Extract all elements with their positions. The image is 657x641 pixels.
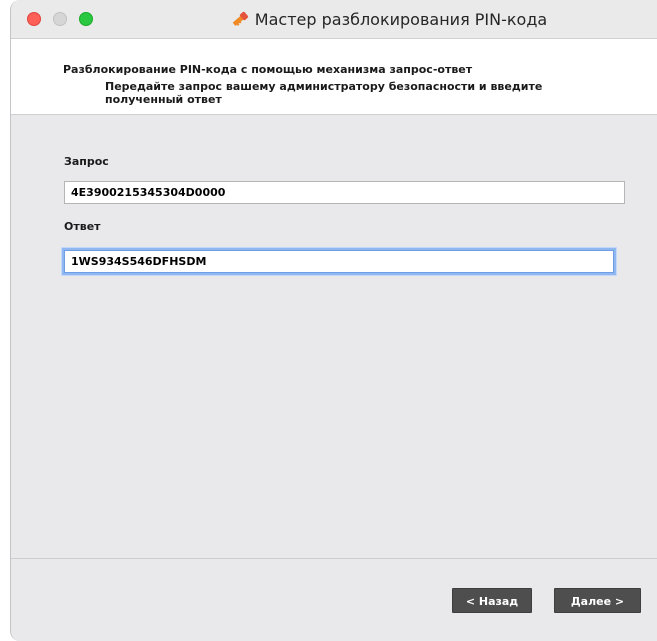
request-label: Запрос <box>64 155 109 168</box>
window-title-container: Мастер разблокирования PIN-кода <box>11 0 657 39</box>
key-icon <box>232 11 248 26</box>
footer-divider <box>11 558 657 559</box>
request-field[interactable]: 4E3900215345304D0000 <box>64 181 625 204</box>
next-button[interactable]: Далее > <box>554 588 641 613</box>
window-title: Мастер разблокирования PIN-кода <box>254 10 548 29</box>
wizard-header: Разблокирование PIN-кода с помощью механ… <box>11 39 657 115</box>
wizard-step-title: Разблокирование PIN-кода с помощью механ… <box>63 63 473 76</box>
title-bar[interactable]: Мастер разблокирования PIN-кода <box>11 0 657 39</box>
back-button[interactable]: < Назад <box>452 588 532 613</box>
response-field[interactable]: 1WS934S546DFHSDM <box>64 250 614 273</box>
response-label: Ответ <box>64 220 101 233</box>
unblock-pin-wizard-window: Мастер разблокирования PIN-кода Разблоки… <box>10 0 657 641</box>
wizard-step-description: Передайте запрос вашему администратору б… <box>105 80 543 106</box>
